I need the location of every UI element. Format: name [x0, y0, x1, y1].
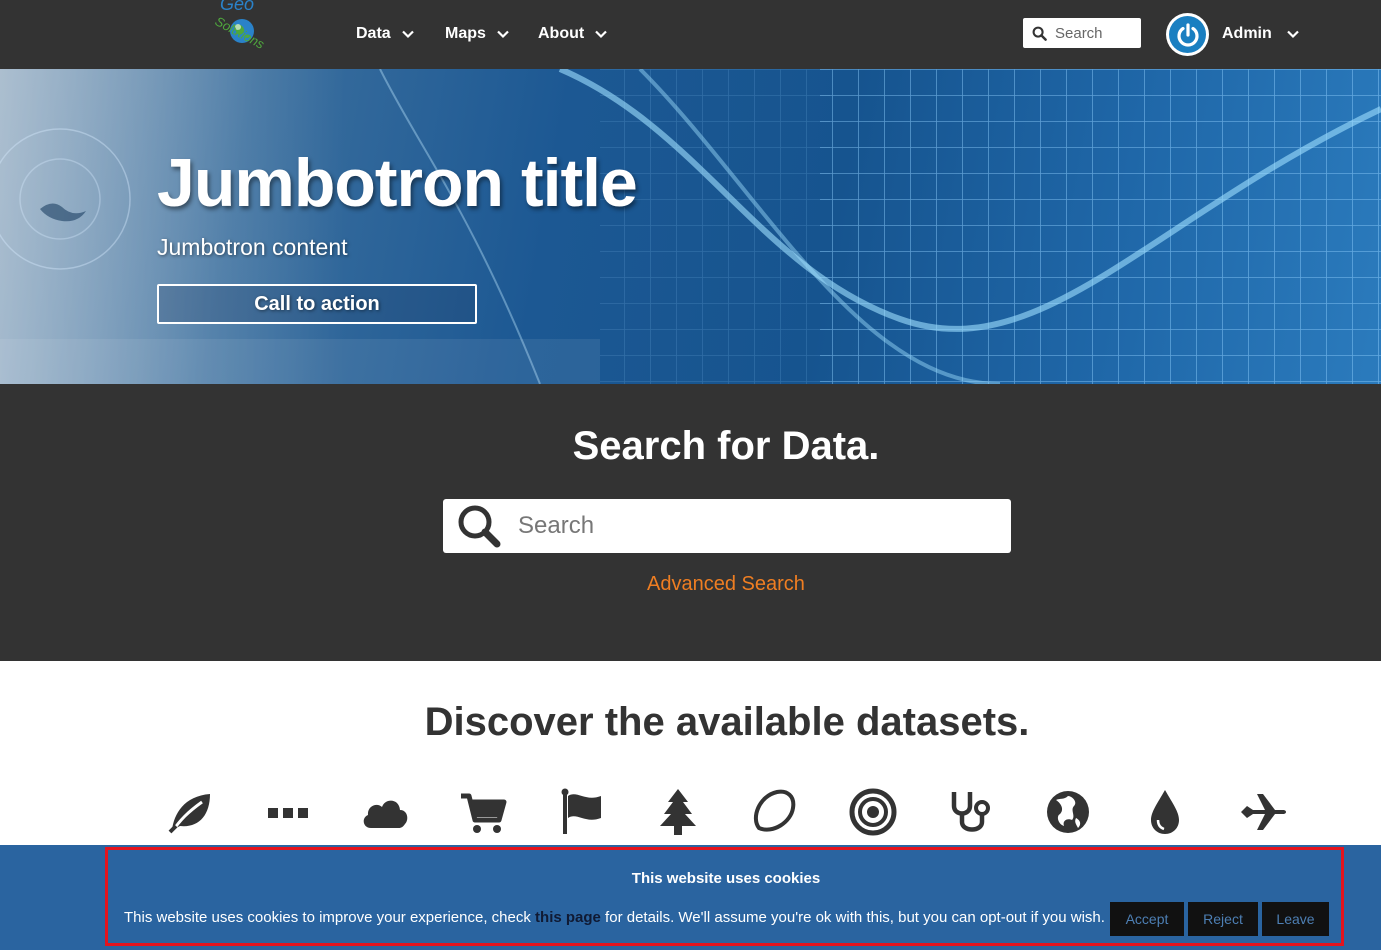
cookie-reject-button[interactable]: Reject — [1188, 902, 1258, 936]
chevron-down-icon — [497, 30, 509, 39]
call-to-action-button[interactable]: Call to action — [157, 284, 477, 324]
data-search-input[interactable] — [518, 512, 978, 540]
navbar-search-box[interactable] — [1023, 18, 1141, 48]
cookie-leave-button[interactable]: Leave — [1262, 902, 1329, 936]
nav-menu-maps[interactable]: Maps — [445, 22, 510, 46]
nav-menu-data-label: Data — [356, 25, 391, 42]
cookie-text-after: for details. We'll assume you're ok with… — [600, 909, 1105, 926]
globe-icon[interactable] — [1038, 784, 1098, 840]
jumbotron: Jumbotron title Jumbotron content Call t… — [0, 69, 1381, 384]
stethoscope-icon[interactable] — [940, 784, 1000, 840]
data-search-box[interactable] — [443, 499, 1011, 553]
navbar: Geo Solutions Data Maps About Search Adm… — [0, 0, 1381, 69]
plane-icon[interactable] — [1233, 784, 1293, 840]
nav-menu-data[interactable]: Data — [356, 22, 415, 46]
discover-title: Discover the available datasets. — [424, 700, 1030, 744]
geo-solutions-logo[interactable]: Geo Solutions — [204, 0, 282, 66]
lemon-icon[interactable] — [745, 784, 805, 840]
search-icon — [458, 505, 501, 548]
cookie-policy-link[interactable]: this page — [535, 909, 601, 926]
chevron-down-icon — [595, 30, 607, 39]
nav-menu-about-label: About — [538, 25, 585, 42]
cookie-banner-title: This website uses cookies — [631, 870, 821, 887]
advanced-search-link[interactable]: Advanced Search — [0, 573, 1381, 596]
search-icon — [1032, 26, 1047, 41]
power-icon — [1176, 22, 1199, 47]
chevron-down-icon — [401, 30, 414, 39]
jumbotron-title: Jumbotron title — [157, 145, 638, 221]
jumbotron-content: Jumbotron content — [157, 234, 348, 260]
jumbotron-background-image — [0, 69, 1381, 384]
tree-icon[interactable] — [648, 784, 708, 840]
cookie-accept-button[interactable]: Accept — [1110, 902, 1184, 936]
cookie-banner-text: This website uses cookies to improve you… — [124, 909, 1105, 926]
search-section-title: Search for Data. — [572, 424, 880, 468]
leaf-icon[interactable] — [160, 784, 220, 840]
chevron-down-icon — [1287, 30, 1299, 39]
shopping-cart-icon[interactable] — [453, 784, 513, 840]
cookie-text-before: This website uses cookies to improve you… — [124, 909, 536, 926]
nav-menu-about[interactable]: About — [538, 22, 608, 46]
user-menu-label: Admin — [1222, 25, 1272, 42]
tint-icon[interactable] — [1135, 784, 1195, 840]
flag-icon[interactable] — [551, 784, 611, 840]
search-section: Search for Data. Advanced Search — [0, 384, 1381, 661]
dataset-category-icons — [0, 784, 1381, 844]
user-menu[interactable]: Admin — [1222, 22, 1300, 46]
nav-menu-maps-label: Maps — [445, 25, 486, 42]
svg-text:Geo: Geo — [220, 0, 254, 14]
user-avatar[interactable] — [1166, 13, 1209, 56]
cloud-icon[interactable] — [355, 784, 415, 840]
ellipsis-icon[interactable] — [258, 784, 318, 840]
navbar-search-input[interactable] — [1055, 24, 1135, 42]
bullseye-icon[interactable] — [843, 784, 903, 840]
